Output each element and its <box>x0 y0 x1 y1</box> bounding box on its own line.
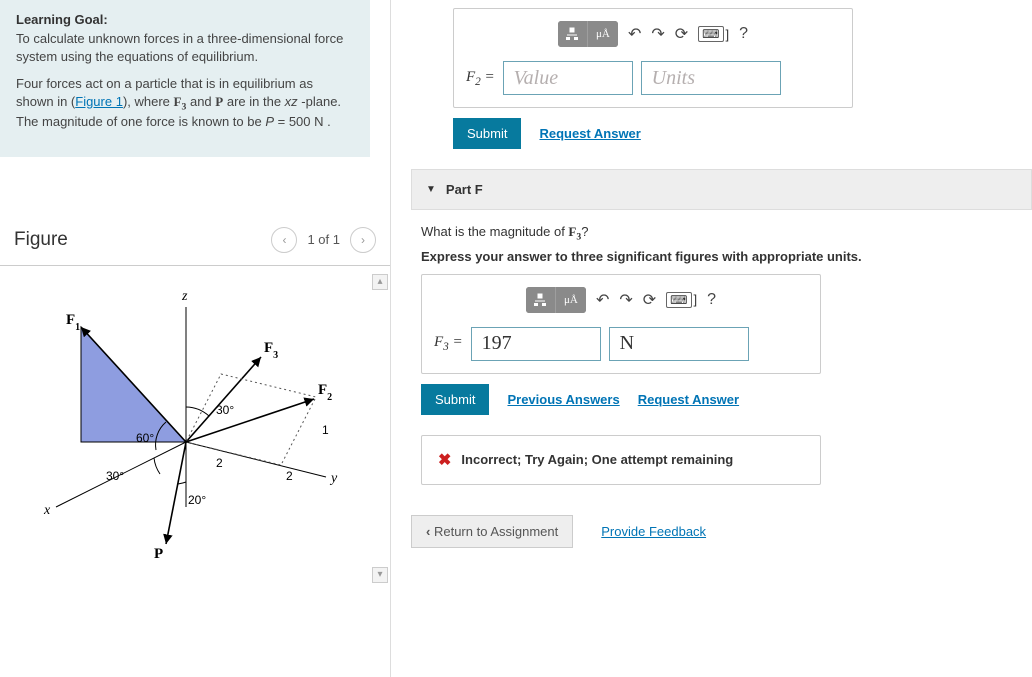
part-f-instruction: Express your answer to three significant… <box>421 249 1022 264</box>
figure-next-button[interactable]: › <box>350 227 376 253</box>
svg-text:30°: 30° <box>216 403 234 417</box>
learning-goal-heading: Learning Goal: <box>16 12 354 27</box>
f2-label: F2 = <box>466 69 495 88</box>
figure-title: Figure <box>14 229 68 251</box>
divider <box>0 265 390 266</box>
value-input[interactable]: Value <box>503 61 633 95</box>
template-tool-group: μÅ <box>558 21 618 47</box>
svg-text:P: P <box>154 546 163 562</box>
toolbar: μÅ ↶ ↷ ⟳ ⌨ ] ? <box>466 21 840 47</box>
request-answer-link[interactable]: Request Answer <box>539 126 640 141</box>
part-f-header[interactable]: ▼ Part F <box>411 169 1032 210</box>
figure-counter: 1 of 1 <box>307 232 340 247</box>
svg-text:y: y <box>329 471 338 486</box>
toolbar: μÅ ↶ ↷ ⟳ ⌨ ] ? <box>434 287 808 313</box>
mu-a-tool-icon[interactable]: μÅ <box>556 287 586 313</box>
figure-pager: ‹ 1 of 1 › <box>271 227 376 253</box>
svg-text:2: 2 <box>216 456 223 470</box>
incorrect-icon: ✖ <box>438 450 451 470</box>
value-input[interactable]: 197 <box>471 327 601 361</box>
svg-text:1: 1 <box>322 423 329 437</box>
svg-text:20°: 20° <box>188 493 206 507</box>
feedback-text: Incorrect; Try Again; One attempt remain… <box>461 452 733 467</box>
mu-a-tool-icon[interactable]: μÅ <box>588 21 618 47</box>
svg-text:2: 2 <box>286 469 293 483</box>
figure-prev-button[interactable]: ‹ <box>271 227 297 253</box>
template-tool-group: μÅ <box>526 287 586 313</box>
learning-goal-box: Learning Goal: To calculate unknown forc… <box>0 0 370 157</box>
provide-feedback-link[interactable]: Provide Feedback <box>601 524 706 539</box>
previous-answers-link[interactable]: Previous Answers <box>507 392 619 407</box>
svg-text:F3: F3 <box>264 340 278 361</box>
keyboard-icon[interactable]: ⌨ <box>698 26 723 42</box>
part-f-question: What is the magnitude of F3? <box>421 224 1022 243</box>
redo-icon[interactable]: ↷ <box>619 290 632 310</box>
equation-row: F3 = 197 N <box>434 327 808 361</box>
svg-text:F1: F1 <box>66 312 80 333</box>
redo-icon[interactable]: ↷ <box>651 24 664 44</box>
fraction-tool-icon[interactable] <box>558 21 588 47</box>
force-diagram-svg: z y x F1 F3 30° <box>26 282 346 562</box>
part-f-answer-panel: μÅ ↶ ↷ ⟳ ⌨ ] ? F3 = 197 N <box>421 274 821 374</box>
scroll-up-icon[interactable]: ▴ <box>372 274 388 290</box>
refresh-icon[interactable]: ⟳ <box>643 290 656 310</box>
refresh-icon[interactable]: ⟳ <box>675 24 688 44</box>
units-input[interactable]: Units <box>641 61 781 95</box>
undo-icon[interactable]: ↶ <box>596 290 609 310</box>
figure-link[interactable]: Figure 1 <box>75 94 123 109</box>
svg-text:z: z <box>181 289 188 304</box>
return-button[interactable]: ‹ Return to Assignment <box>411 515 573 548</box>
submit-button[interactable]: Submit <box>453 118 521 149</box>
svg-text:60°: 60° <box>136 431 154 445</box>
undo-icon[interactable]: ↶ <box>628 24 641 44</box>
problem-setup: Four forces act on a particle that is in… <box>16 75 354 131</box>
keyboard-icon[interactable]: ⌨ <box>666 292 691 308</box>
help-icon[interactable]: ? <box>707 291 716 309</box>
submit-button[interactable]: Submit <box>421 384 489 415</box>
part-f-title: Part F <box>446 182 483 197</box>
learning-goal-text: To calculate unknown forces in a three-d… <box>16 30 354 65</box>
scroll-down-icon[interactable]: ▾ <box>372 567 388 583</box>
feedback-box: ✖ Incorrect; Try Again; One attempt rema… <box>421 435 821 485</box>
figure-diagram: ▴ z y x <box>0 272 390 585</box>
fraction-tool-icon[interactable] <box>526 287 556 313</box>
svg-text:30°: 30° <box>106 469 124 483</box>
svg-text:x: x <box>43 503 51 518</box>
part-e-answer-panel: μÅ ↶ ↷ ⟳ ⌨ ] ? F2 = Value Units <box>453 8 853 108</box>
chevron-left-icon: ‹ <box>426 524 430 539</box>
units-input[interactable]: N <box>609 327 749 361</box>
equation-row: F2 = Value Units <box>466 61 840 95</box>
f3-label: F3 = <box>434 334 463 353</box>
request-answer-link[interactable]: Request Answer <box>638 392 739 407</box>
help-icon[interactable]: ? <box>739 25 748 43</box>
collapse-icon: ▼ <box>426 184 436 195</box>
svg-text:F2: F2 <box>318 382 332 403</box>
